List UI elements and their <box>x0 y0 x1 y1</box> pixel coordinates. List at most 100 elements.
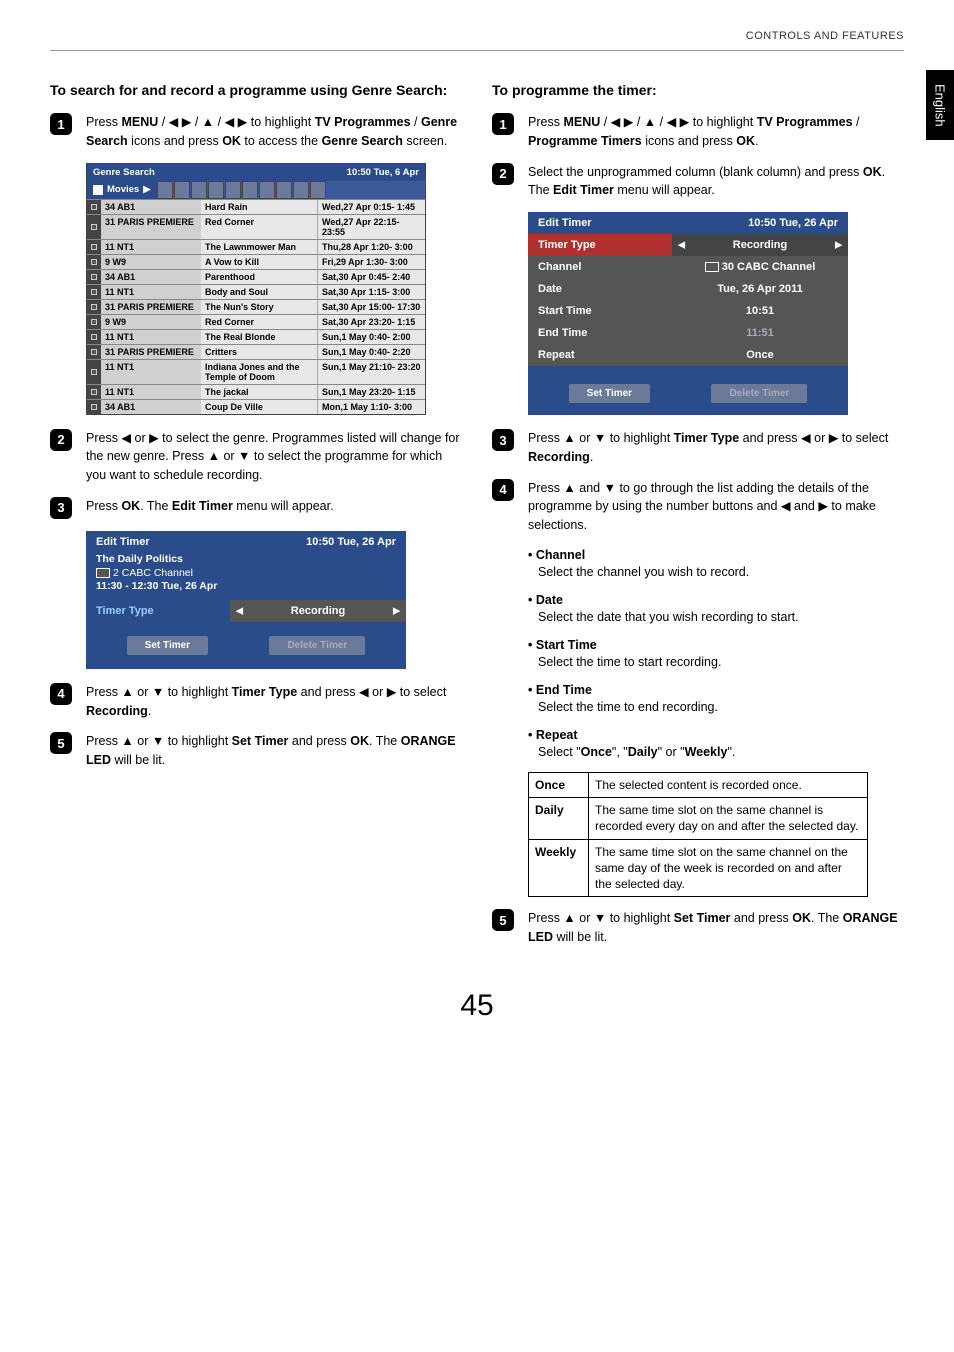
sub-start-time: Start TimeSelect the time to start recor… <box>528 637 904 672</box>
genre-row-channel: 11 NT1 <box>101 285 201 299</box>
genre-row[interactable]: 9 W9A Vow to KillFri,29 Apr 1:30- 3:00 <box>87 254 425 269</box>
genre-row-time: Sat,30 Apr 0:45- 2:40 <box>317 270 425 284</box>
sub-repeat: RepeatSelect "Once", "Daily" or "Weekly"… <box>528 727 904 762</box>
edit-timer-row-label: Channel <box>528 256 672 278</box>
step-number-icon: 3 <box>492 429 514 451</box>
genre-row[interactable]: 11 NT1Body and SoulSat,30 Apr 1:15- 3:00 <box>87 284 425 299</box>
tv-icon <box>91 334 97 340</box>
et2-title: Edit Timer <box>538 217 592 229</box>
genre-row-channel: 34 AB1 <box>101 270 201 284</box>
step-number-icon: 5 <box>492 909 514 931</box>
step-body: Press MENU / ◀ ▶ / ▲ / ◀ ▶ to highlight … <box>86 113 462 151</box>
genre-row-channel: 11 NT1 <box>101 240 201 254</box>
right-column: To programme the timer: 1 Press MENU / ◀… <box>492 81 904 959</box>
genre-row[interactable]: 11 NT1The jackalSun,1 May 23:20- 1:15 <box>87 384 425 399</box>
genre-search-panel: Genre Search 10:50 Tue, 6 Apr Movies ▶ 3… <box>86 163 426 415</box>
delete-timer-button[interactable]: Delete Timer <box>269 636 365 655</box>
genre-row-time: Sun,1 May 0:40- 2:20 <box>317 345 425 359</box>
tv-icon <box>91 274 97 280</box>
edit-timer-row-value[interactable]: Tue, 26 Apr 2011 <box>672 278 848 300</box>
genre-row-time: Wed,27 Apr 0:15- 1:45 <box>317 200 425 214</box>
genre-row-programme: Hard Rain <box>201 200 317 214</box>
genre-row[interactable]: 34 AB1Coup De VilleMon,1 May 1:10- 3:00 <box>87 399 425 414</box>
step-body: Press ▲ or ▼ to highlight Set Timer and … <box>528 909 904 947</box>
edit-timer-row-value[interactable]: 10:51 <box>672 300 848 322</box>
genre-row[interactable]: 34 AB1ParenthoodSat,30 Apr 0:45- 2:40 <box>87 269 425 284</box>
edit-timer-row-label: End Time <box>528 322 672 344</box>
left-title: To search for and record a programme usi… <box>50 81 462 99</box>
edit-timer-row-label: Repeat <box>528 344 672 366</box>
right-step-5: 5 Press ▲ or ▼ to highlight Set Timer an… <box>492 909 904 947</box>
genre-row-programme: Body and Soul <box>201 285 317 299</box>
edit-timer-panel-large: Edit Timer 10:50 Tue, 26 Apr Timer Type◀… <box>528 212 848 415</box>
genre-row-programme: Red Corner <box>201 215 317 239</box>
table-row: OnceThe selected content is recorded onc… <box>529 772 868 797</box>
delete-timer-button[interactable]: Delete Timer <box>711 384 807 403</box>
genre-row[interactable]: 31 PARIS PREMIEREThe Nun's StorySat,30 A… <box>87 299 425 314</box>
right-title: To programme the timer: <box>492 81 904 99</box>
edit-timer-row[interactable]: End Time11:51 <box>528 322 848 344</box>
genre-row-time: Thu,28 Apr 1:20- 3:00 <box>317 240 425 254</box>
genre-row[interactable]: 34 AB1Hard RainWed,27 Apr 0:15- 1:45 <box>87 199 425 214</box>
page-number: 45 <box>50 989 904 1023</box>
genre-tab-icons[interactable] <box>157 181 425 199</box>
genre-row-channel: 31 PARIS PREMIERE <box>101 300 201 314</box>
edit-timer-row-value[interactable]: 11:51 <box>672 322 848 344</box>
language-tab: English <box>926 70 954 140</box>
genre-row-time: Wed,27 Apr 22:15- 23:55 <box>317 215 425 239</box>
genre-row[interactable]: 11 NT1The Real BlondeSun,1 May 0:40- 2:0… <box>87 329 425 344</box>
language-tab-label: English <box>933 84 948 127</box>
genre-row-time: Sun,1 May 0:40- 2:00 <box>317 330 425 344</box>
genre-row-channel: 34 AB1 <box>101 400 201 414</box>
edit-timer-row-label: Start Time <box>528 300 672 322</box>
set-timer-button[interactable]: Set Timer <box>569 384 650 403</box>
genre-row[interactable]: 11 NT1Indiana Jones and the Temple of Do… <box>87 359 425 384</box>
et-timer-type-label: Timer Type <box>86 600 230 622</box>
genre-row-channel: 11 NT1 <box>101 360 201 384</box>
genre-row[interactable]: 11 NT1The Lawnmower ManThu,28 Apr 1:20- … <box>87 239 425 254</box>
right-step-2: 2 Select the unprogrammed column (blank … <box>492 163 904 201</box>
sub-end-time: End TimeSelect the time to end recording… <box>528 682 904 717</box>
step-number-icon: 2 <box>50 429 72 451</box>
genre-row[interactable]: 31 PARIS PREMIERECrittersSun,1 May 0:40-… <box>87 344 425 359</box>
edit-timer-row[interactable]: Start Time10:51 <box>528 300 848 322</box>
tv-icon <box>91 204 97 210</box>
genre-tab-movies[interactable]: Movies ▶ <box>87 181 157 199</box>
genre-row-time: Sun,1 May 21:10- 23:20 <box>317 360 425 384</box>
genre-row[interactable]: 31 PARIS PREMIERERed CornerWed,27 Apr 22… <box>87 214 425 239</box>
sub-options-list: ChannelSelect the channel you wish to re… <box>528 547 904 762</box>
edit-timer-row-label: Timer Type <box>528 234 672 256</box>
chevron-right-icon: ▶ <box>393 605 400 616</box>
edit-timer-row[interactable]: DateTue, 26 Apr 2011 <box>528 278 848 300</box>
tv-icon <box>91 244 97 250</box>
edit-timer-row-value[interactable]: ◀Recording▶ <box>672 234 848 256</box>
genre-row-programme: The jackal <box>201 385 317 399</box>
set-timer-button[interactable]: Set Timer <box>127 636 208 655</box>
left-step-1: 1 Press MENU / ◀ ▶ / ▲ / ◀ ▶ to highligh… <box>50 113 462 151</box>
repeat-table: OnceThe selected content is recorded onc… <box>528 772 868 897</box>
tv-icon <box>705 262 719 272</box>
et2-time: 10:50 Tue, 26 Apr <box>748 217 838 229</box>
genre-row-channel: 31 PARIS PREMIERE <box>101 215 201 239</box>
edit-timer-row[interactable]: Channel30 CABC Channel <box>528 256 848 278</box>
chevron-left-icon: ◀ <box>236 605 243 616</box>
edit-timer-row[interactable]: RepeatOnce <box>528 344 848 366</box>
left-step-2: 2 Press ◀ or ▶ to select the genre. Prog… <box>50 429 462 485</box>
tv-icon <box>91 404 97 410</box>
right-step-4: 4 Press ▲ and ▼ to go through the list a… <box>492 479 904 535</box>
et-time: 10:50 Tue, 26 Apr <box>306 536 396 548</box>
step-number-icon: 5 <box>50 732 72 754</box>
genre-row-channel: 9 W9 <box>101 255 201 269</box>
edit-timer-row-value[interactable]: 30 CABC Channel <box>672 256 848 278</box>
edit-timer-row[interactable]: Timer Type◀Recording▶ <box>528 234 848 256</box>
genre-row-time: Sat,30 Apr 1:15- 3:00 <box>317 285 425 299</box>
genre-row[interactable]: 9 W9Red CornerSat,30 Apr 23:20- 1:15 <box>87 314 425 329</box>
left-step-3: 3 Press OK. The Edit Timer menu will app… <box>50 497 462 519</box>
genre-row-programme: The Lawnmower Man <box>201 240 317 254</box>
genre-row-channel: 11 NT1 <box>101 385 201 399</box>
edit-timer-row-value[interactable]: Once <box>672 344 848 366</box>
tv-icon <box>91 319 97 325</box>
genre-row-time: Sun,1 May 23:20- 1:15 <box>317 385 425 399</box>
tv-icon <box>96 568 110 578</box>
et-timer-type-value[interactable]: ◀ Recording ▶ <box>230 600 406 622</box>
